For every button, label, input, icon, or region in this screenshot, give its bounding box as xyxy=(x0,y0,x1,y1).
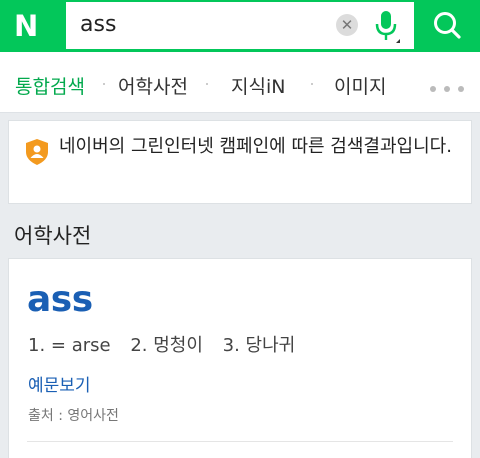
search-box[interactable]: ass ✕ xyxy=(66,2,414,49)
meaning-item: 1. = arse xyxy=(28,335,111,356)
tab-integrated[interactable]: 통합검색 xyxy=(15,72,85,99)
tab-separator xyxy=(206,83,208,85)
tab-kin[interactable]: 지식iN xyxy=(231,72,285,99)
naver-logo[interactable]: N xyxy=(14,12,46,41)
search-tabs: 통합검색 어학사전 지식iN 이미지 xyxy=(0,52,480,113)
meaning-item: 2. 멍청이 xyxy=(130,335,203,356)
divider xyxy=(27,441,453,442)
green-internet-notice: 네이버의 그린인터넷 캠페인에 따른 검색결과입니다. xyxy=(8,120,472,204)
clear-icon[interactable]: ✕ xyxy=(336,14,358,36)
tab-separator xyxy=(311,83,313,85)
section-title: 어학사전 xyxy=(14,224,92,248)
tab-separator xyxy=(103,83,105,85)
meaning-item: 3. 당나귀 xyxy=(222,335,296,356)
dictionary-card: ass 1. = arse 2. 멍청이 3. 당나귀 예문보기 출처 : 영어… xyxy=(8,258,472,458)
tab-dictionary[interactable]: 어학사전 xyxy=(118,72,188,99)
examples-link[interactable]: 예문보기 xyxy=(28,371,91,396)
more-icon[interactable] xyxy=(430,86,470,92)
dictionary-word[interactable]: ass xyxy=(27,279,93,320)
tab-images[interactable]: 이미지 xyxy=(334,72,386,99)
shield-person-icon xyxy=(26,139,48,165)
source-label: 출처 : 영어사전 xyxy=(28,408,119,424)
header-bar: N ass ✕ xyxy=(0,0,480,52)
search-input[interactable]: ass xyxy=(80,12,116,37)
notice-text: 네이버의 그린인터넷 캠페인에 따른 검색결과입니다. xyxy=(59,136,452,157)
meaning-list: 1. = arse 2. 멍청이 3. 당나귀 xyxy=(28,331,309,357)
search-button[interactable] xyxy=(414,0,480,52)
microphone-icon[interactable] xyxy=(372,9,400,45)
